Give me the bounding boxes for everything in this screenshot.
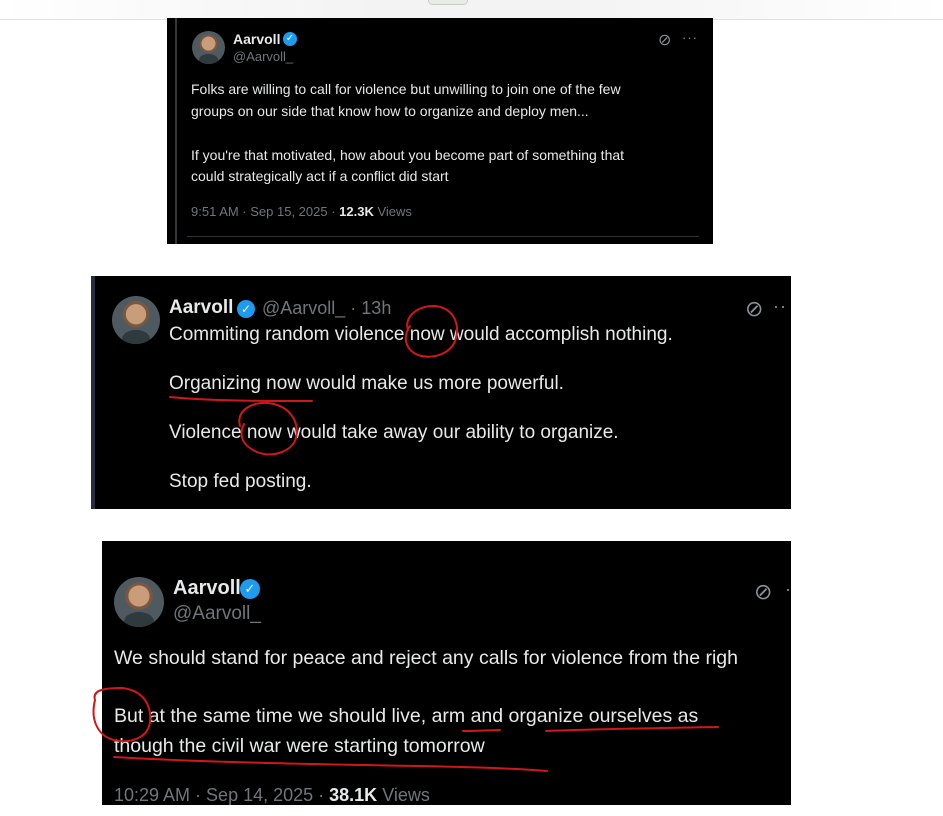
tweet-text-line: If you're that motivated, how about you … [191, 147, 625, 163]
tweet-text-line: Violence now would take away our ability… [169, 422, 619, 443]
verified-badge-icon: ✓ [237, 300, 255, 318]
tweet-text-line: Commiting random violence now would acco… [169, 324, 673, 345]
tweet-text-line: We should stand for peace and reject any… [114, 647, 738, 669]
avatar[interactable] [112, 296, 160, 344]
views-label: Views [373, 204, 412, 219]
author-name[interactable]: Aarvoll [233, 31, 280, 47]
views-label: Views [377, 785, 430, 805]
verified-badge-icon: ✓ [283, 32, 297, 46]
author-name[interactable]: Aarvoll [169, 297, 233, 319]
tweet-text-line: could strategically act if a conflict di… [191, 168, 449, 184]
view-count: 38.1K [329, 785, 378, 805]
grok-icon[interactable]: ⊘ [754, 579, 772, 605]
grok-icon[interactable]: ⊘ [745, 296, 763, 322]
more-icon[interactable]: ··· [682, 30, 698, 45]
author-handle[interactable]: @Aarvoll_ [173, 603, 261, 625]
browser-top-bar [0, 0, 943, 20]
timestamp[interactable]: 10:29 AM · Sep 14, 2025 · [114, 785, 329, 805]
tweet-meta: 9:51 AM · Sep 15, 2025 · 12.3K Views [191, 204, 412, 219]
more-icon[interactable]: · [785, 579, 791, 600]
tweet-text-line: Stop fed posting. [169, 471, 312, 492]
tweet-text-line: But at the same time we should live, arm… [114, 705, 699, 727]
tweet-text-line: though the civil war were starting tomor… [114, 735, 485, 757]
tweet-card-2[interactable]: Aarvoll ✓ @Aarvoll_ · 13h ⊘ ·· Commiting… [91, 276, 791, 509]
avatar[interactable] [192, 31, 225, 64]
author-name[interactable]: Aarvoll [173, 577, 241, 600]
grok-icon[interactable]: ⊘ [658, 30, 671, 50]
more-icon[interactable]: ·· [773, 296, 787, 317]
tweet-meta: 10:29 AM · Sep 14, 2025 · 38.1K Views [114, 785, 430, 805]
tweet-text-line: Folks are willing to call for violence b… [191, 81, 621, 97]
view-count: 12.3K [339, 204, 374, 219]
divider [187, 236, 699, 237]
tweet-text-line: groups on our side that know how to orga… [191, 103, 589, 119]
author-handle[interactable]: @Aarvoll_ · 13h [262, 298, 391, 319]
verified-badge-icon: ✓ [240, 579, 260, 599]
timestamp[interactable]: 9:51 AM · Sep 15, 2025 · [191, 204, 339, 219]
tweet-text-line: Organizing now would make us more powerf… [169, 373, 564, 394]
tweet-card-3[interactable]: Aarvoll ✓ @Aarvoll_ ⊘ · We should stand … [102, 541, 791, 805]
avatar[interactable] [114, 577, 164, 627]
thread-line [91, 276, 95, 509]
thread-line [175, 18, 177, 244]
top-bar-handle [428, 0, 468, 5]
author-handle[interactable]: @Aarvoll_ [233, 49, 293, 64]
tweet-card-1[interactable]: Aarvoll ✓ @Aarvoll_ ⊘ ··· Folks are will… [167, 18, 713, 244]
